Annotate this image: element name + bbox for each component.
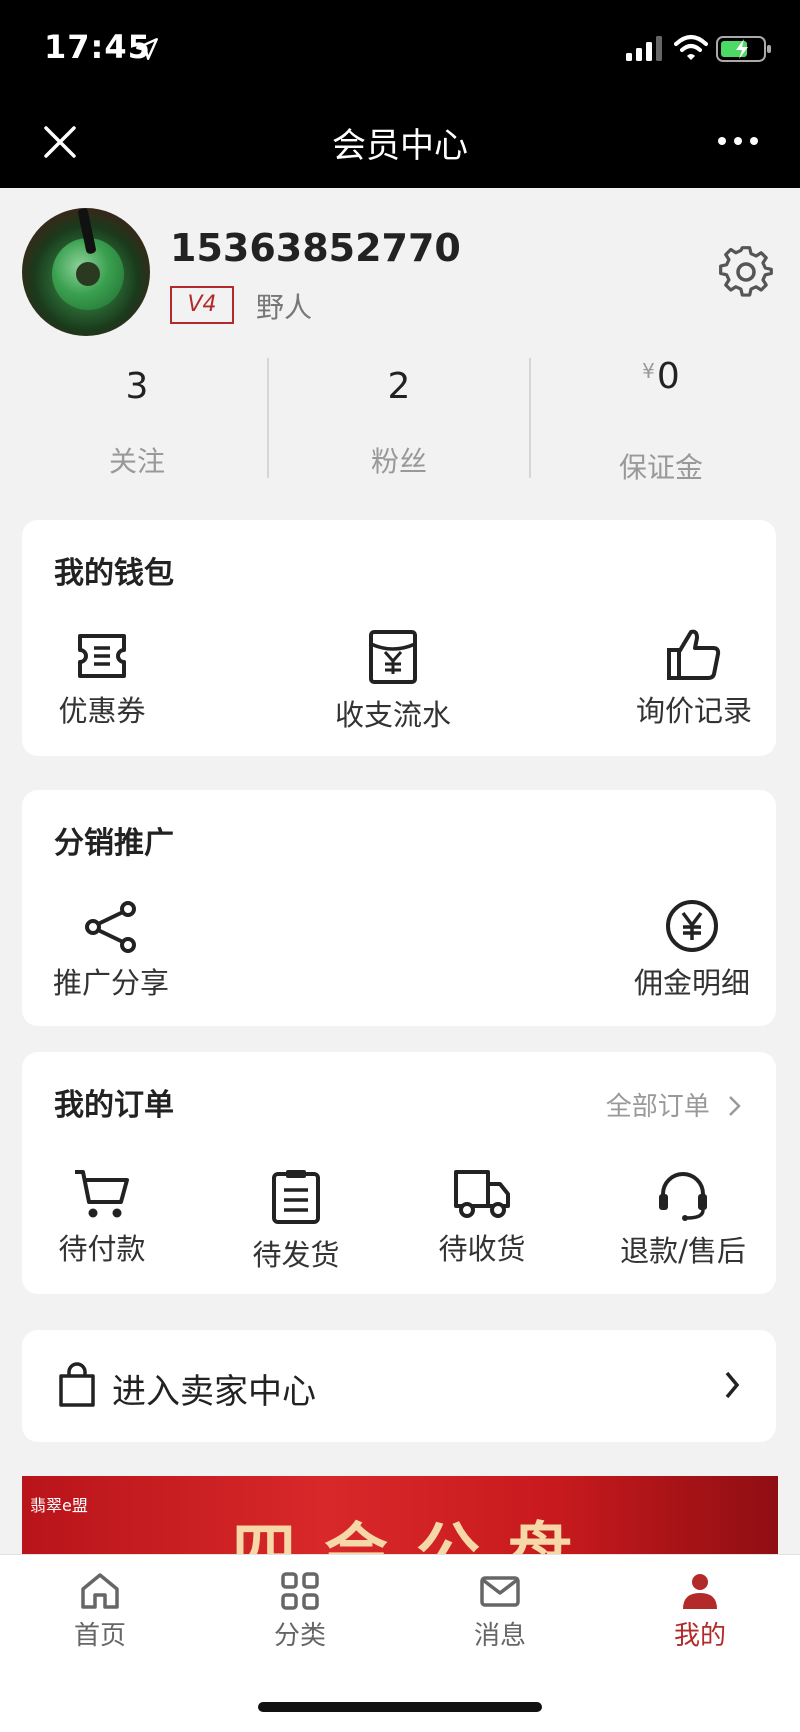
user-icon xyxy=(683,1574,717,1609)
cart-icon xyxy=(75,1170,129,1218)
stat-following-label: 关注 xyxy=(108,445,165,478)
user-nickname: 野人 xyxy=(256,291,313,324)
wallet-item-label: 询价记录 xyxy=(635,694,752,728)
wallet-item-label: 优惠券 xyxy=(58,694,146,728)
order-item-pending-payment[interactable]: 待付款 xyxy=(42,1168,162,1268)
tab-label: 首页 xyxy=(73,1621,126,1651)
coupon-icon xyxy=(78,634,126,678)
money-envelope-icon xyxy=(369,630,417,684)
location-arrow-icon xyxy=(136,38,158,60)
order-item-refund[interactable]: 退款/售后 xyxy=(608,1168,758,1270)
thumbs-up-icon xyxy=(667,629,721,680)
orders-title: 我的订单 xyxy=(54,1088,174,1123)
stat-deposit-value: ¥0 xyxy=(530,356,792,397)
order-item-label: 待付款 xyxy=(58,1232,146,1266)
stat-fans-label: 粉丝 xyxy=(370,445,427,478)
all-orders-link[interactable]: 全部订单 xyxy=(606,1086,742,1123)
clipboard-icon xyxy=(272,1170,320,1224)
yen-circle-icon xyxy=(666,900,718,952)
gear-icon[interactable] xyxy=(718,244,774,300)
mail-icon xyxy=(480,1576,520,1607)
tab-label: 消息 xyxy=(473,1621,526,1651)
order-item-pending-shipment[interactable]: 待发货 xyxy=(236,1168,356,1274)
shopping-bag-icon xyxy=(59,1362,95,1407)
stat-following-value: 3 xyxy=(125,366,149,407)
avatar[interactable] xyxy=(22,208,150,336)
level-badge: V4 xyxy=(170,286,234,324)
order-item-label: 待收货 xyxy=(438,1232,526,1266)
stat-deposit-label: 保证金 xyxy=(618,451,703,484)
stat-fans[interactable]: 2 粉丝 xyxy=(268,356,530,482)
wallet-item-label: 收支流水 xyxy=(334,698,451,732)
seller-center-label: 进入卖家中心 xyxy=(112,1372,316,1412)
user-phone: 15363852770 xyxy=(170,226,461,270)
wallet-card: 我的钱包 优惠券 收支流水 询价记录 xyxy=(22,520,776,756)
page-title: 会员中心 xyxy=(332,126,468,166)
wallet-item-inquiries[interactable]: 询价记录 xyxy=(624,626,764,730)
distribution-item-share[interactable]: 推广分享 xyxy=(46,900,176,1002)
stat-deposit[interactable]: ¥0 保证金 xyxy=(530,356,792,484)
distribution-card: 分销推广 推广分享 佣金明细 xyxy=(22,790,776,1026)
chevron-right-icon xyxy=(729,1096,741,1116)
banner-headline: 四会公盘 xyxy=(232,1517,600,1556)
orders-card: 我的订单 全部订单 待付款 待发货 待收货 退款/售后 xyxy=(22,1052,776,1294)
home-indicator xyxy=(258,1702,542,1712)
promo-banner[interactable]: 翡翠e盟 四会公盘 xyxy=(22,1476,778,1556)
wallet-item-transactions[interactable]: 收支流水 xyxy=(318,628,468,734)
currency-symbol: ¥ xyxy=(642,359,655,383)
seller-center-row[interactable]: 进入卖家中心 xyxy=(22,1330,776,1442)
order-item-pending-receipt[interactable]: 待收货 xyxy=(422,1168,542,1268)
order-item-label: 待发货 xyxy=(252,1238,340,1272)
more-icon[interactable] xyxy=(716,126,760,156)
headset-icon xyxy=(659,1172,707,1221)
stat-fans-value: 2 xyxy=(387,366,411,407)
home-icon xyxy=(81,1573,119,1609)
wifi-icon xyxy=(674,35,708,60)
distribution-item-label: 推广分享 xyxy=(52,966,169,1000)
nav-bar: 会员中心 xyxy=(0,96,800,188)
tab-messages[interactable]: 消息 xyxy=(440,1571,560,1652)
stat-deposit-amount: 0 xyxy=(656,356,680,397)
tab-label: 分类 xyxy=(273,1621,326,1651)
tab-category[interactable]: 分类 xyxy=(240,1571,360,1652)
distribution-item-label: 佣金明细 xyxy=(633,966,750,1000)
truck-icon xyxy=(454,1170,510,1218)
grid-icon xyxy=(281,1572,319,1610)
tab-home[interactable]: 首页 xyxy=(40,1571,160,1652)
distribution-title: 分销推广 xyxy=(54,826,174,861)
all-orders-label: 全部订单 xyxy=(605,1092,710,1122)
stats-row: 3 关注 2 粉丝 ¥0 保证金 xyxy=(0,356,800,484)
avatar-jade-hole xyxy=(76,262,100,286)
battery-charging-icon xyxy=(716,36,771,62)
tab-label: 我的 xyxy=(673,1621,726,1651)
share-icon xyxy=(85,901,136,953)
chevron-right-icon xyxy=(725,1371,740,1399)
signal-icon xyxy=(626,36,662,61)
wallet-item-coupon[interactable]: 优惠券 xyxy=(42,630,162,730)
wallet-title: 我的钱包 xyxy=(54,556,174,591)
stat-following[interactable]: 3 关注 xyxy=(6,356,268,482)
distribution-item-commission[interactable]: 佣金明细 xyxy=(622,898,762,1002)
order-item-label: 退款/售后 xyxy=(620,1234,746,1268)
status-bar: 17:45 xyxy=(0,0,800,96)
banner-logo: 翡翠e盟 xyxy=(30,1496,88,1515)
tab-mine[interactable]: 我的 xyxy=(640,1571,760,1652)
